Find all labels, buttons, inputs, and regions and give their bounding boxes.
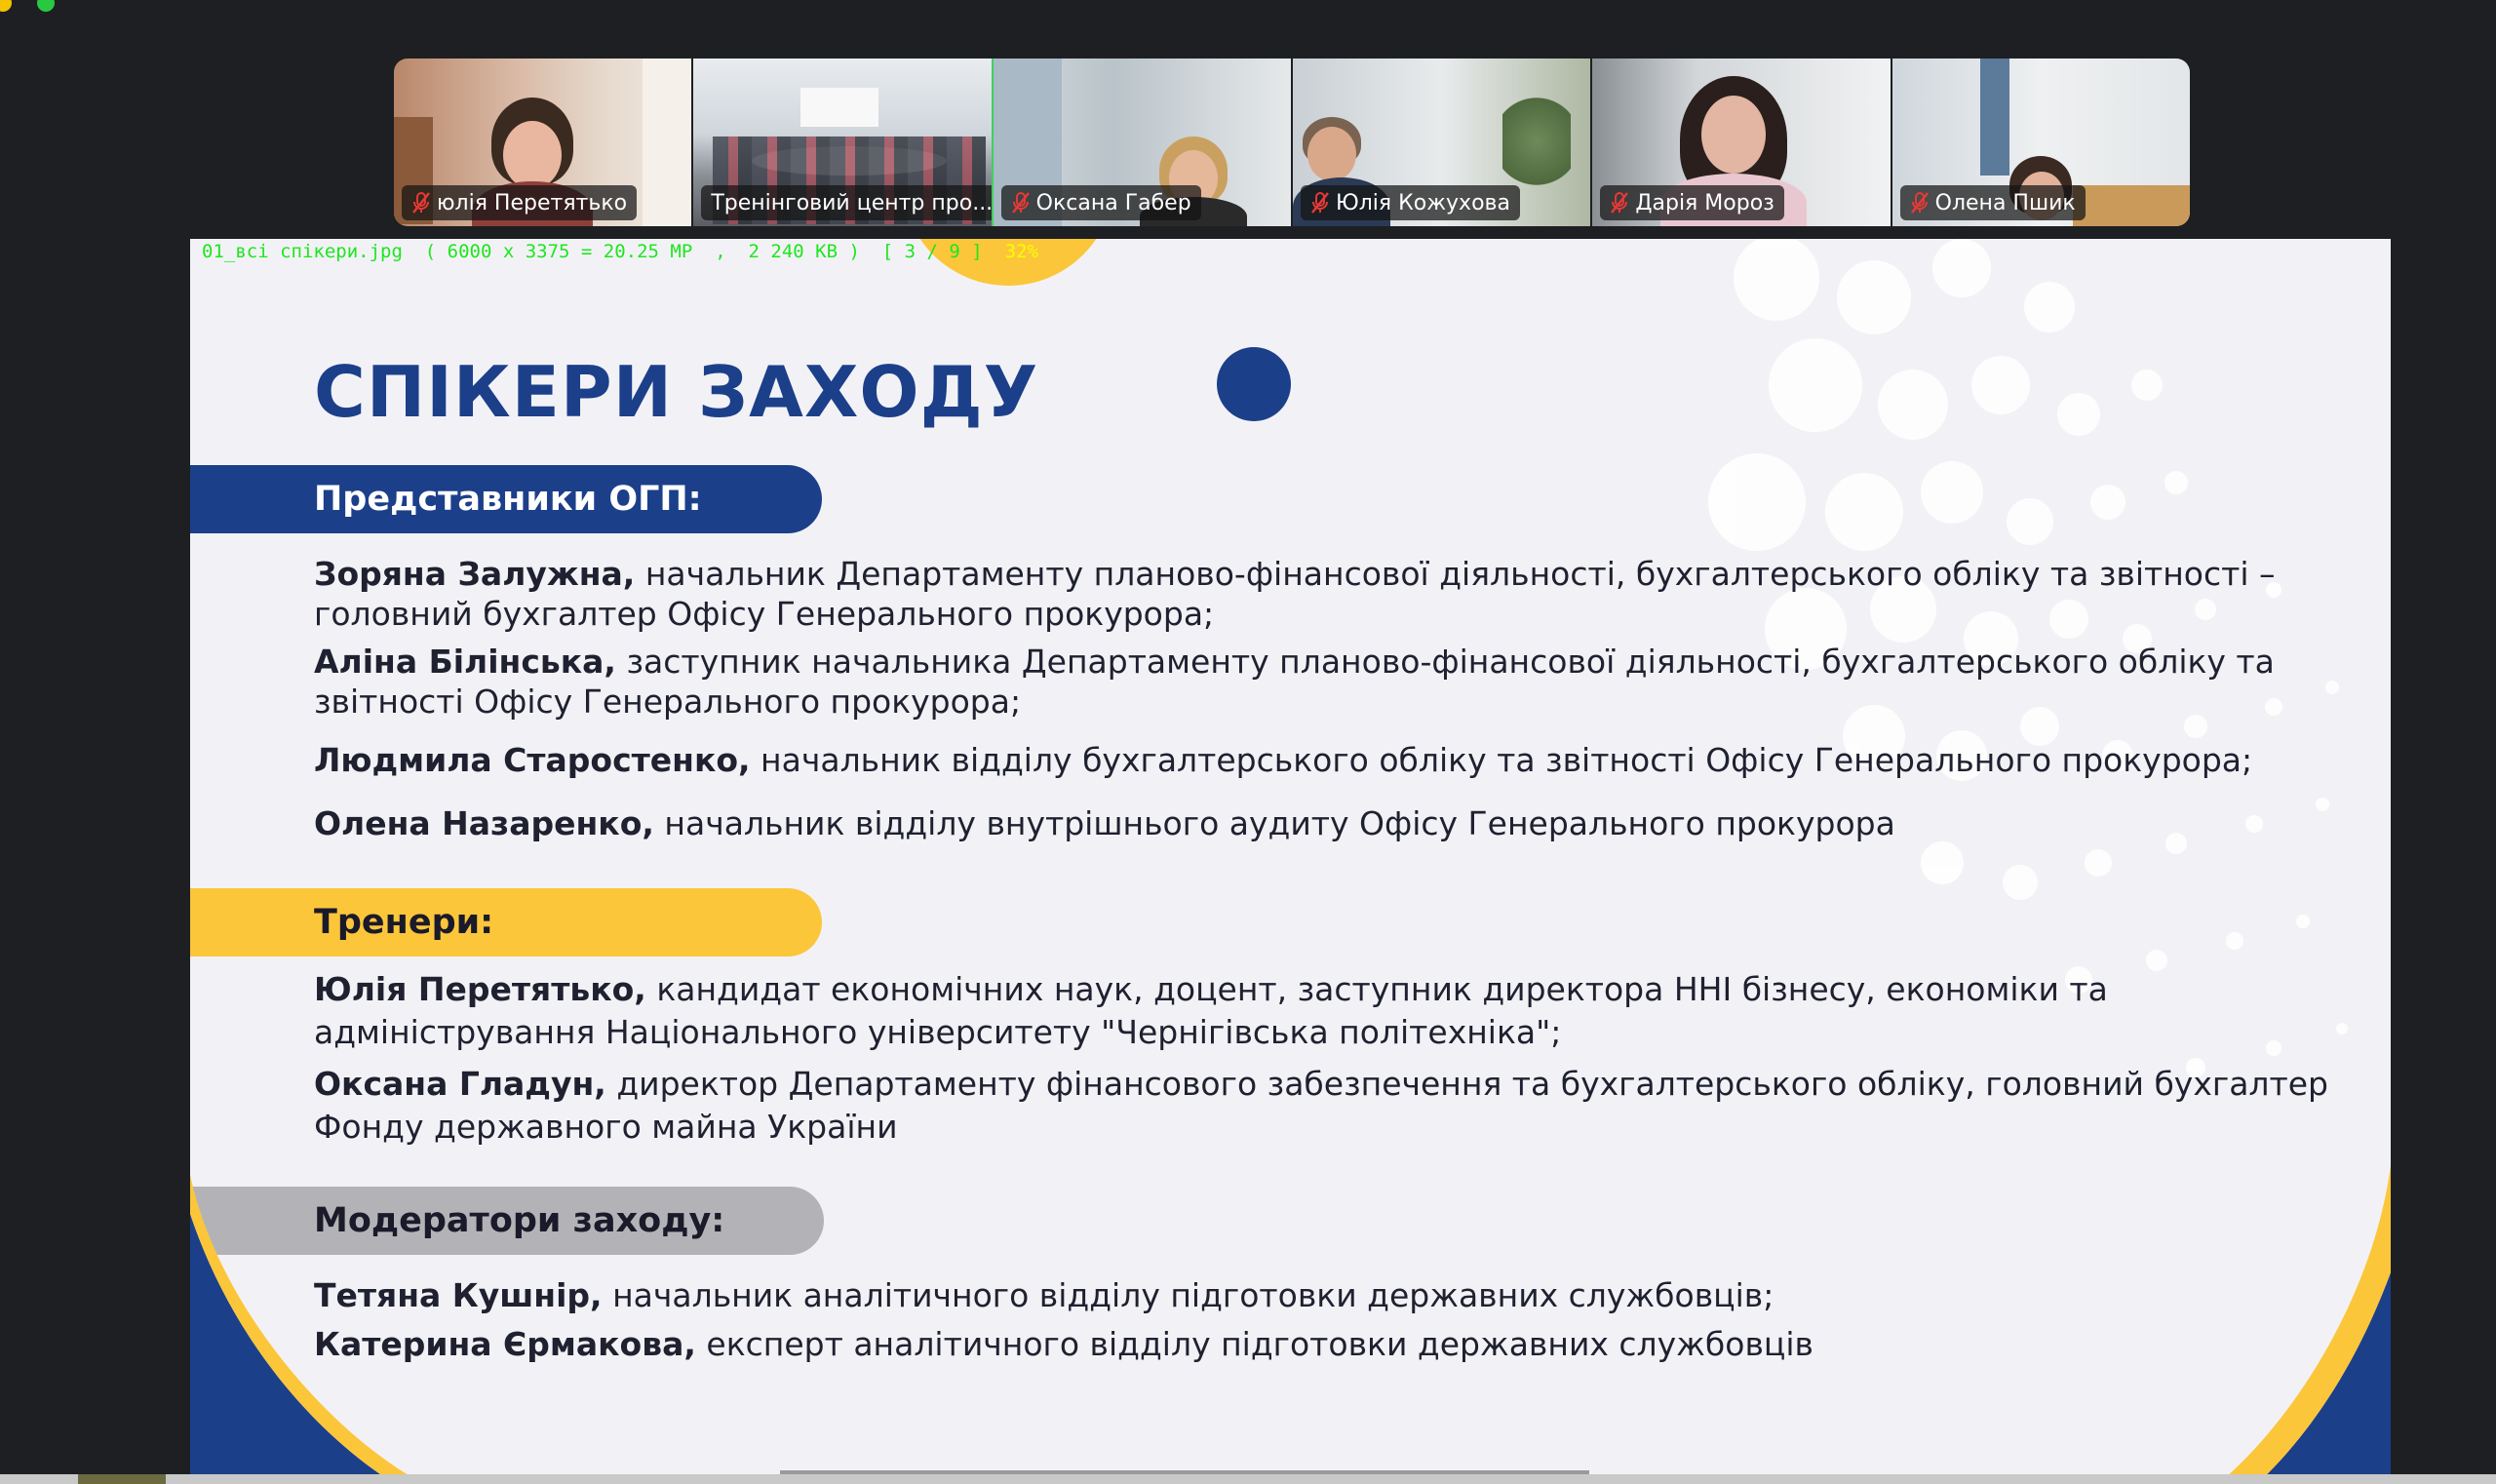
participant-tile[interactable]: Олена Пшик [1892,59,2190,226]
participant-tile[interactable]: Дарія Мороз [1592,59,1892,226]
speaker-role: начальник відділу бухгалтерського обліку… [760,741,2253,779]
moderator-name: Катерина Єрмакова, [314,1325,696,1363]
mic-muted-icon [411,191,431,215]
moderator-entry: Тетяна Кушнір, начальник аналітичного ві… [314,1275,2361,1315]
speaker-entry: Олена Назаренко, начальник відділу внутр… [314,803,2361,843]
participant-name-tag: юлія Перетятько [402,185,638,220]
participant-tile[interactable]: Оксана Габер [993,59,1293,226]
decorative-blue-circle [1217,347,1291,421]
window-dot-green[interactable] [37,0,55,12]
mic-muted-icon [1910,191,1930,215]
zoom-level: 32% [1004,241,1038,262]
image-viewer-info: 01_всі спікери.jpg ( 6000 x 3375 = 20.25… [202,241,1038,262]
participant-name-tag: Оксана Габер [1000,185,1201,220]
participant-name: Тренінговий центр про... [711,190,994,215]
speaker-name: Аліна Білінська, [314,643,616,681]
bottom-thumbnail-bar[interactable] [0,1470,2496,1484]
shared-slide: 01_всі спікери.jpg ( 6000 x 3375 = 20.25… [190,239,2391,1484]
mic-muted-icon [1011,191,1031,215]
participant-name-tag: Олена Пшик [1899,185,2086,220]
participant-tile-active[interactable]: Тренінговий центр про... [693,59,994,226]
mic-muted-icon [1310,191,1330,215]
image-file-info: 01_всі спікери.jpg ( 6000 x 3375 = 20.25… [202,241,983,262]
speaker-name: Олена Назаренко, [314,804,654,842]
thumbnail[interactable] [78,1474,166,1484]
speaker-entry: Зоряна Залужна, начальник Департаменту п… [314,554,2361,634]
trainer-entry: Оксана Гладун, директор Департаменту фін… [314,1063,2361,1149]
participant-name: Олена Пшик [1934,190,2076,215]
window-dot-yellow[interactable] [0,0,12,12]
moderator-role: експерт аналітичного відділу підготовки … [706,1325,1814,1363]
speaker-name: Людмила Старостенко, [314,741,751,779]
participant-tile[interactable]: юлія Перетятько [394,59,694,226]
participant-name-tag: Тренінговий центр про... [701,185,994,220]
participant-name-tag: Дарія Мороз [1600,185,1784,220]
trainer-name: Юлія Перетятько, [314,970,646,1008]
moderator-entry: Катерина Єрмакова, експерт аналітичного … [314,1324,2361,1364]
thumbnail-text-strip [780,1470,1589,1474]
participant-name: Юлія Кожухова [1335,190,1510,215]
participant-strip: юлія Перетятько Тренінговий центр про...… [394,59,2190,226]
section-heading-ogp: Представники ОГП: [190,465,822,533]
participant-tile[interactable]: Юлія Кожухова [1292,59,1593,226]
speaker-name: Зоряна Залужна, [314,555,636,593]
section-heading-trainers: Тренери: [190,888,822,957]
trainer-entry: Юлія Перетятько, кандидат економічних на… [314,968,2361,1054]
participant-name: Оксана Габер [1035,190,1191,215]
speaker-entry: Людмила Старостенко, начальник відділу б… [314,740,2361,780]
slide-title: СПІКЕРИ ЗАХОДУ [314,351,1039,433]
speaker-role: начальник відділу внутрішнього аудиту Оф… [664,804,1895,842]
participant-name: Дарія Мороз [1635,190,1774,215]
participant-name: юлія Перетятько [437,190,628,215]
moderator-name: Тетяна Кушнір, [314,1276,603,1314]
trainer-name: Оксана Гладун, [314,1065,606,1103]
moderator-role: начальник аналітичного відділу підготовк… [612,1276,1774,1314]
participant-name-tag: Юлія Кожухова [1300,185,1520,220]
trainer-role: директор Департаменту фінансового забезп… [314,1065,2328,1146]
section-heading-moderators: Модератори заходу: [190,1187,824,1255]
speaker-entry: Аліна Білінська, заступник начальника Де… [314,642,2361,722]
mic-muted-icon [1610,191,1629,215]
